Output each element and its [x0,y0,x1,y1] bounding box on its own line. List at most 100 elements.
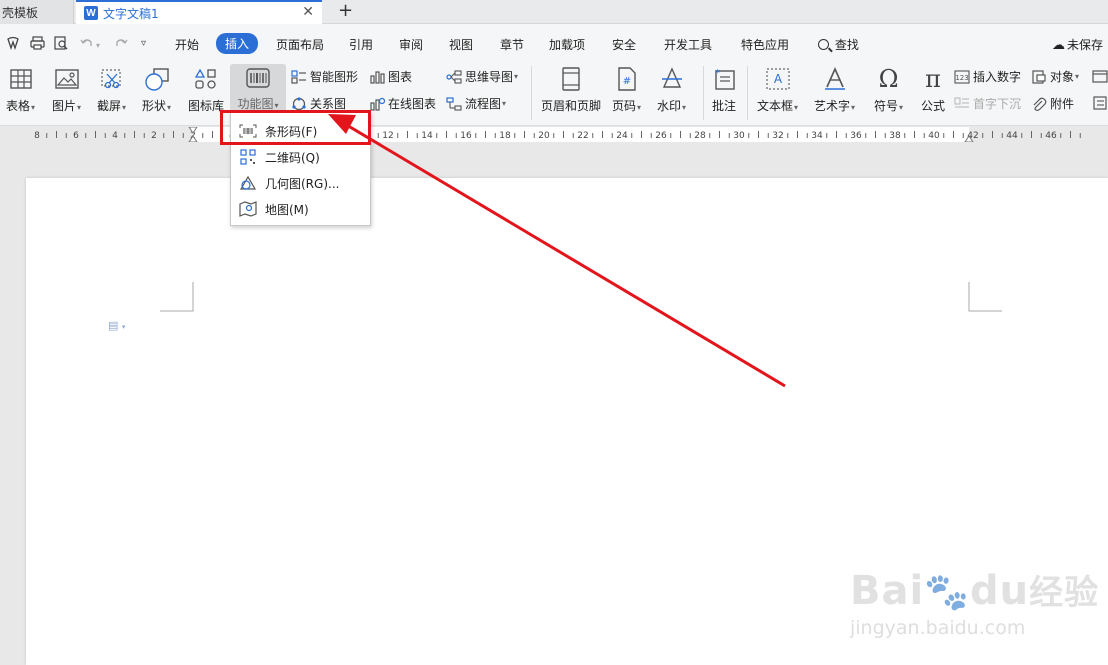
online-chart-button[interactable]: 在线图表 [369,95,436,112]
menu-insert[interactable]: 插入 [216,33,259,54]
margin-corner-top-left [160,282,194,312]
undo-dropdown-icon[interactable]: ▾ [96,39,100,53]
flow-chart-button[interactable]: 流程图 ▾ [446,95,506,112]
table-label: 表格 [6,99,31,113]
insert-ribbon: 表格▾ 图片▾ 截屏▾ 形状▾ 图标库 功能图▾ 智能图形 图表 思维导图 ▾ … [0,62,1108,126]
mind-map-icon [446,69,462,85]
tab-template-label: 壳模板 [2,5,39,20]
ruler-label: 8 [34,131,40,141]
page-number-button[interactable]: # 页码▾ [612,64,641,114]
comment-button[interactable]: * 批注 [711,64,737,114]
watermark-du-text: du [970,568,1030,614]
ruler-label: 38 [889,131,901,141]
document-parts-button[interactable] [1092,95,1108,111]
ruler-label: 2 [151,131,157,141]
text-box-icon: A [765,66,791,92]
ruler-label: 40 [928,131,940,141]
page-number-icon: # [614,66,640,92]
ruler-label: 4 [112,131,118,141]
formula-label: 公式 [920,99,945,113]
ruler-label: 26 [655,131,667,141]
shapes-icon [144,66,170,92]
shapes-button[interactable]: 形状▾ [142,64,171,114]
new-tab-button[interactable]: + [338,0,353,22]
watermark-button[interactable]: 水印▾ [657,64,686,114]
save-status[interactable]: ☁ 未保存 [1052,36,1103,53]
object-button[interactable]: 对象 ▾ [1031,68,1079,85]
tab-template[interactable]: 壳模板 [0,0,74,24]
flow-chart-icon [446,96,462,112]
ruler-label: 18 [499,131,511,141]
drop-cap-button[interactable]: 首字下沉 [954,95,1021,112]
mind-map-button[interactable]: 思维导图 ▾ [446,68,518,85]
table-button[interactable]: 表格▾ [6,64,35,114]
dropdown-item-qr-code-label: 二维码(Q) [265,150,320,165]
comment-label: 批注 [711,99,736,113]
ribbon-separator [531,66,532,120]
menu-start[interactable]: 开始 [175,36,199,53]
symbol-button[interactable]: Ω 符号▾ [874,64,903,114]
screenshot-button[interactable]: 截屏▾ [97,64,126,114]
ruler-label: 44 [1006,131,1018,141]
menu-developer[interactable]: 开发工具 [664,36,712,53]
function-chart-button[interactable]: 功能图▾ [230,64,286,112]
insert-number-button[interactable]: 123 插入数字 [954,68,1021,85]
insert-number-icon: 123 [954,69,970,85]
print-preview-icon[interactable] [54,36,69,53]
attachment-button[interactable]: 附件 [1031,95,1074,112]
drop-cap-label: 首字下沉 [973,97,1022,111]
qr-code-icon [239,149,257,165]
dropdown-item-geometry[interactable]: 几何图(RG)... [231,170,370,196]
mind-map-label: 思维导图 [465,70,514,84]
search-button[interactable]: 查找 [818,36,859,53]
dropdown-item-qr-code[interactable]: 二维码(Q) [231,144,370,170]
menu-view[interactable]: 视图 [449,36,473,53]
save-status-label: 未保存 [1067,38,1104,52]
menu-security[interactable]: 安全 [612,36,636,53]
redo-icon[interactable] [114,36,128,53]
svg-text:*: * [715,68,720,79]
watermark-icon [659,66,685,92]
cloud-icon: ☁ [1052,38,1065,53]
picture-label: 图片 [52,99,77,113]
smart-art-button[interactable]: 智能图形 [291,68,358,85]
menu-bar: ▾ ▿ 开始 插入 页面布局 引用 审阅 视图 章节 加载项 安全 开发工具 特… [0,24,1108,62]
ribbon-separator [747,66,748,120]
menu-special-apps[interactable]: 特色应用 [741,36,789,53]
menu-addins[interactable]: 加载项 [549,36,585,53]
dropdown-item-map[interactable]: 地图(M) [231,196,370,222]
watermark-main-text: Bai [850,568,925,614]
more-icon[interactable]: ▿ [141,37,146,51]
word-art-icon [822,66,848,92]
paw-logo-icon: 🐾 [924,572,971,613]
horizontal-ruler[interactable]: 8642246810121416182022242628303234363840… [0,127,1108,142]
ribbon-separator [703,66,704,120]
menu-chapter[interactable]: 章节 [500,36,524,53]
picture-button[interactable]: 图片▾ [52,64,81,114]
formula-button[interactable]: π 公式 [920,64,946,114]
search-label: 查找 [834,38,859,52]
ruler-label: 16 [460,131,472,141]
date-button[interactable] [1092,68,1108,84]
undo-icon[interactable] [80,36,94,53]
smart-art-label: 智能图形 [310,70,359,84]
word-art-button[interactable]: 艺术字▾ [814,64,855,114]
menu-references[interactable]: 引用 [349,36,373,53]
wps-logo-icon[interactable] [6,36,20,53]
tab-document[interactable]: W 文字文稿1 ✕ [76,0,322,24]
paragraph-layout-icon[interactable]: ▤ ▾ [108,319,125,332]
close-tab-icon[interactable]: ✕ [302,4,314,20]
table-icon [8,66,34,92]
dropdown-item-map-label: 地图(M) [265,202,309,217]
calendar-icon [1092,68,1108,84]
menu-page-layout[interactable]: 页面布局 [276,36,324,53]
text-box-button[interactable]: A 文本框▾ [757,64,798,114]
menu-review[interactable]: 审阅 [399,36,423,53]
writer-doc-icon: W [84,6,98,20]
chart-button[interactable]: 图表 [369,68,412,85]
icon-library-button[interactable]: 图标库 [188,64,224,114]
screenshot-label: 截屏 [97,99,122,113]
margin-corner-top-right [968,282,1002,312]
print-icon[interactable] [30,36,45,53]
header-footer-button[interactable]: 页眉和页脚 [541,64,601,114]
